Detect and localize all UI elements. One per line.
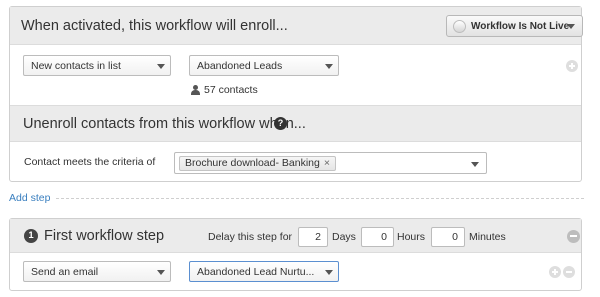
delay-minutes-input[interactable]: 0: [431, 227, 465, 247]
contact-count: 57 contacts: [204, 84, 258, 96]
criteria-list-select[interactable]: Brochure download- Banking ×: [174, 152, 487, 174]
step-title: First workflow step: [44, 228, 165, 244]
chevron-down-icon: [157, 270, 165, 275]
add-step-divider: [56, 198, 584, 199]
add-step-link[interactable]: Add step: [9, 192, 50, 204]
list-type-value: New contacts in list: [31, 60, 121, 72]
hours-label: Hours: [397, 231, 426, 243]
chevron-down-icon: [471, 162, 479, 167]
step-header: 1 First workflow step Delay this step fo…: [10, 219, 581, 253]
enroll-title: When activated, this workflow will enrol…: [21, 18, 288, 34]
add-step-row: Add step: [0, 192, 600, 206]
help-icon[interactable]: ?: [274, 117, 287, 130]
tag-remove-icon[interactable]: ×: [324, 157, 330, 169]
unenroll-title: Unenroll contacts from this workflow whe…: [23, 116, 306, 132]
criteria-tag-label: Brochure download- Banking: [185, 157, 320, 169]
workflow-live-label: Workflow Is Not Live: [471, 21, 570, 32]
enroll-panel: When activated, this workflow will enrol…: [9, 6, 583, 182]
step-number-badge: 1: [24, 229, 38, 243]
chevron-down-icon: [567, 24, 575, 29]
toggle-knob-icon: [453, 20, 466, 33]
list-value: Abandoned Leads: [197, 60, 283, 72]
workflow-live-toggle-button[interactable]: Workflow Is Not Live: [446, 15, 583, 37]
list-select[interactable]: Abandoned Leads: [189, 55, 339, 76]
enroll-header: When activated, this workflow will enrol…: [10, 7, 583, 45]
remove-action-icon[interactable]: [563, 266, 575, 278]
list-type-select[interactable]: New contacts in list: [23, 55, 171, 76]
remove-step-icon[interactable]: [567, 230, 580, 243]
delay-label: Delay this step for: [208, 231, 293, 243]
chevron-down-icon: [325, 64, 333, 69]
criteria-label: Contact meets the criteria of: [24, 156, 156, 168]
person-icon: [190, 85, 200, 95]
unenroll-header: Unenroll contacts from this workflow whe…: [10, 105, 581, 142]
chevron-down-icon: [325, 270, 333, 275]
minutes-label: Minutes: [469, 231, 506, 243]
add-action-icon[interactable]: [549, 266, 561, 278]
add-criteria-icon[interactable]: [566, 60, 578, 72]
email-value: Abandoned Lead Nurtu...: [197, 266, 315, 278]
days-label: Days: [332, 231, 356, 243]
criteria-tag: Brochure download- Banking ×: [179, 156, 336, 171]
workflow-step-panel: 1 First workflow step Delay this step fo…: [9, 218, 582, 291]
delay-days-input[interactable]: 2: [298, 227, 328, 247]
action-type-value: Send an email: [31, 266, 99, 278]
action-type-select[interactable]: Send an email: [23, 261, 171, 282]
chevron-down-icon: [157, 64, 165, 69]
delay-hours-input[interactable]: 0: [361, 227, 394, 247]
email-select[interactable]: Abandoned Lead Nurtu...: [189, 261, 339, 282]
